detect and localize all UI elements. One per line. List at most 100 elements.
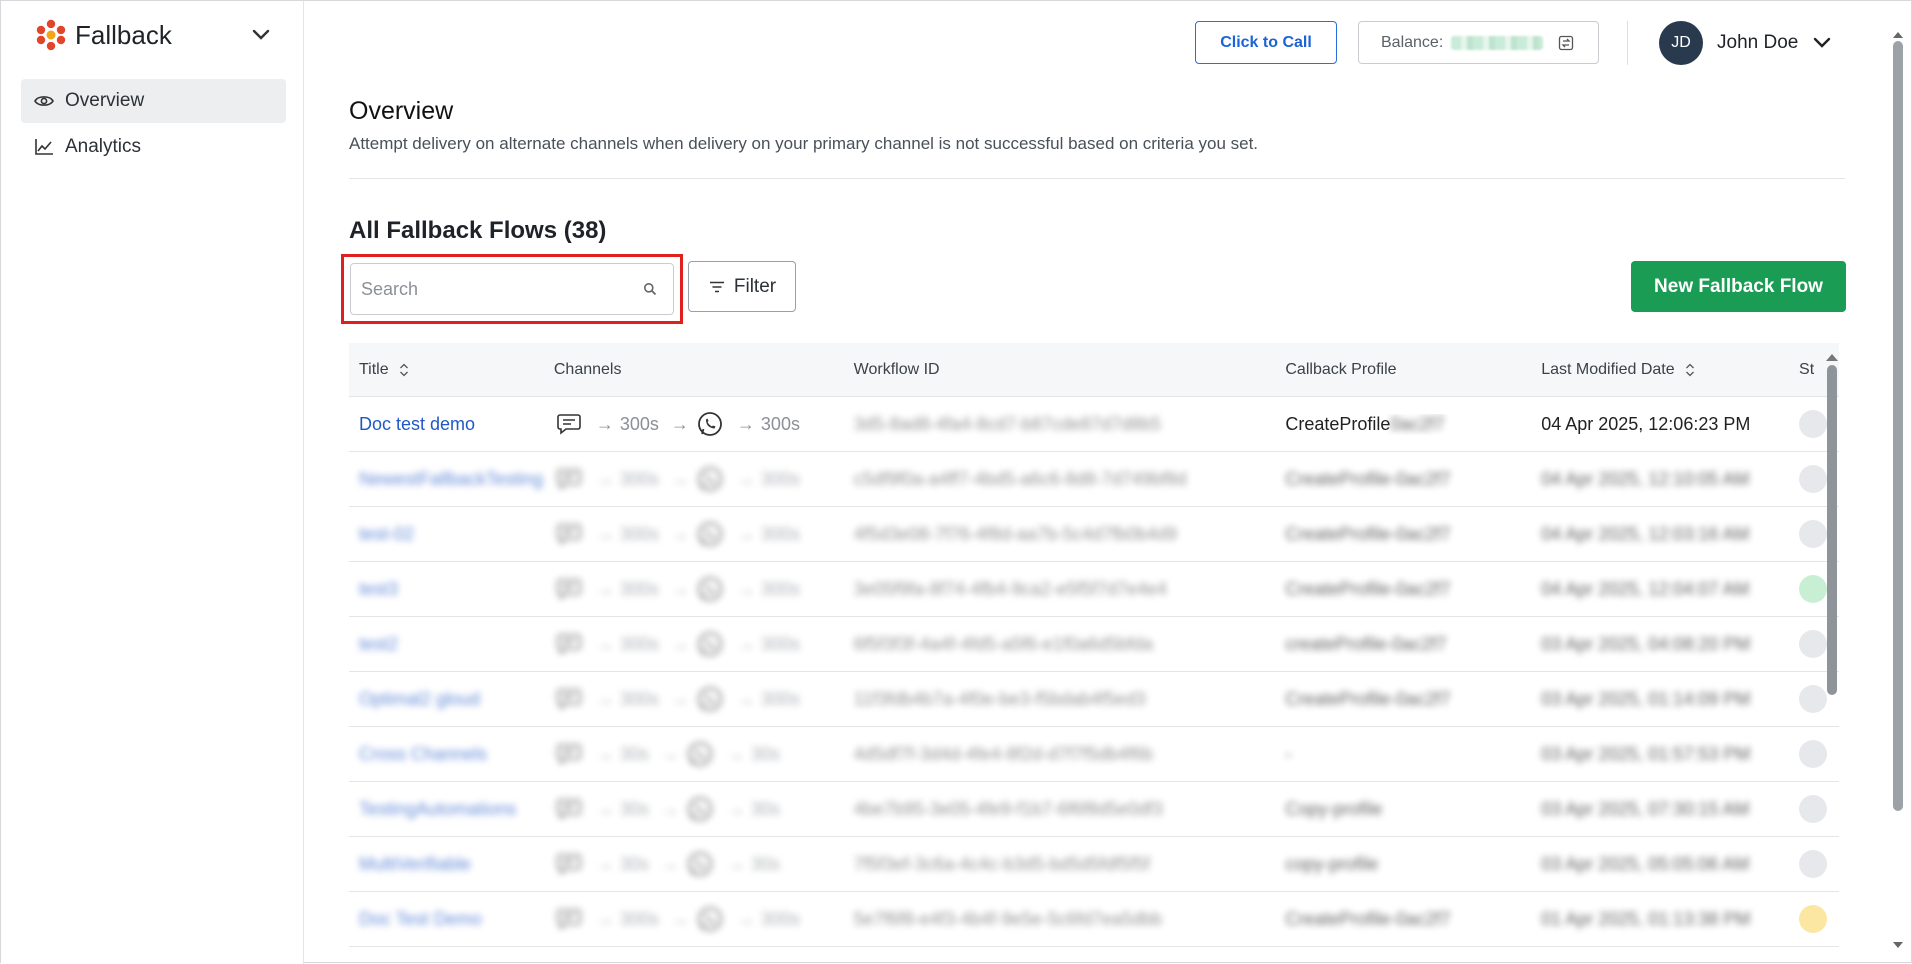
scroll-down-icon[interactable]: [1891, 939, 1905, 951]
chevron-down-icon[interactable]: [249, 23, 273, 47]
sidebar: Fallback Overview Analytics: [1, 1, 304, 964]
flow-title-link[interactable]: test3: [349, 579, 554, 600]
filter-button[interactable]: Filter: [688, 261, 796, 312]
flow-title-link[interactable]: TestingAutomations: [349, 799, 554, 820]
last-modified-date: 04 Apr 2025, 12:03:16 AM: [1541, 523, 1750, 544]
callback-profile: createProfile-0ac2f7: [1285, 633, 1447, 654]
status-badge: [1799, 740, 1828, 768]
whatsapp-icon: [695, 409, 725, 439]
last-modified-date: 03 Apr 2025, 07:30:15 AM: [1541, 798, 1750, 819]
workflow-id: 7f5f3ef-3c6a-4c4c-b3d5-bd5d5fdf5f5f: [853, 853, 1150, 874]
table-row[interactable]: test3 → 300s → → 300s 3e05f9fa-8f74-4fb4-9ca2-…: [349, 562, 1839, 617]
whatsapp-icon: [695, 574, 725, 604]
arrow-icon: →: [726, 743, 745, 764]
message-icon: [554, 849, 584, 879]
table-row[interactable]: MultiVerifiable → 30s → → 30s 7f5f3ef-3c6a-4c4…: [349, 837, 1839, 892]
flow-channels: → 300s → → 300s: [554, 574, 854, 604]
sidebar-nav: Overview Analytics: [21, 79, 286, 171]
scroll-up-icon[interactable]: [1891, 29, 1905, 41]
workflow-id: 3e05f9fa-8f74-4fb4-9ca2-e5f5f7d7e4e4: [853, 578, 1167, 599]
flow-title-link[interactable]: Cross Channels: [349, 744, 554, 765]
whatsapp-icon: [695, 519, 725, 549]
search-icon[interactable]: [641, 280, 659, 298]
arrow-icon: →: [736, 633, 755, 654]
balance-box: Balance:: [1358, 21, 1599, 64]
sort-icon[interactable]: [397, 363, 411, 377]
flow-title-link[interactable]: Doc Test Demo: [349, 909, 554, 930]
sidebar-item-overview[interactable]: Overview: [21, 79, 286, 123]
status-badge: [1799, 630, 1828, 658]
delay-value: 300s: [760, 908, 800, 929]
column-header-channels: Channels: [553, 360, 622, 378]
sidebar-item-analytics[interactable]: Analytics: [21, 125, 286, 169]
search-box[interactable]: [350, 263, 674, 315]
page-title: Overview: [349, 97, 454, 125]
table-body: Doc test demo → 300s → → 300s 3d5-8ad8-4fa4-8c…: [349, 397, 1839, 947]
last-modified-date: 03 Apr 2025, 05:05:06 AM: [1541, 853, 1750, 874]
table-scroll-thumb[interactable]: [1827, 365, 1837, 695]
flow-title-link[interactable]: test2: [349, 634, 554, 655]
status-badge: [1799, 465, 1828, 493]
brand-name: Fallback: [75, 19, 172, 50]
table-row[interactable]: NewestFallbackTesting → 300s → → 300s c5df9f0a…: [349, 452, 1839, 507]
filter-icon: [708, 278, 726, 296]
arrow-icon: →: [736, 578, 755, 599]
table-row[interactable]: Optimal2 gloud → 300s → → 300s 11f3fdb4b7a-4f0…: [349, 672, 1839, 727]
table-row[interactable]: test-02 → 300s → → 300s 4f5d3e08-7f76-4f8d-aa7…: [349, 507, 1839, 562]
message-icon: [554, 519, 584, 549]
workflow-id: c5df9f0a-a4ff7-4bd5-a6c6-8d8-7d749bf8d: [853, 468, 1187, 489]
flow-channels: → 300s → → 300s: [554, 629, 854, 659]
table-row[interactable]: test2 → 300s → → 300s 6f5f3f3f-4a4f-4fd5-a5f6-…: [349, 617, 1839, 672]
column-header-last-modified[interactable]: Last Modified Date: [1541, 361, 1799, 379]
arrow-icon: →: [595, 908, 614, 929]
callback-profile: -: [1285, 743, 1292, 764]
flow-title-link[interactable]: MultiVerifiable: [349, 854, 554, 875]
status-badge: [1799, 575, 1828, 603]
arrow-icon: →: [595, 688, 614, 709]
column-header-title[interactable]: Title: [349, 361, 554, 379]
sort-icon[interactable]: [1683, 363, 1697, 377]
delay-value: 300s: [760, 633, 800, 654]
delay-value: 300s: [619, 633, 659, 654]
flow-title-link[interactable]: test-02: [349, 524, 554, 545]
flows-table: Title Channels Workflow ID Callback Prof…: [349, 343, 1839, 963]
arrow-icon: →: [595, 853, 614, 874]
page-scrollbar[interactable]: [1887, 29, 1907, 959]
workflow-id: 4f5d3e08-7f76-4f8d-aa7b-5c4d7fb0b4d9: [853, 523, 1177, 544]
workflow-id: 11f3fdb4b7a-4f0e-be3-f5bdab4f5ed3: [853, 688, 1146, 709]
flow-channels: → 30s → → 30s: [554, 794, 854, 824]
line-chart-icon: [33, 136, 55, 158]
delay-value: 30s: [750, 798, 780, 819]
click-to-call-button[interactable]: Click to Call: [1195, 21, 1337, 64]
message-icon: [554, 464, 584, 494]
page-scroll-thumb[interactable]: [1893, 41, 1903, 811]
status-badge: [1799, 685, 1828, 713]
search-input[interactable]: [361, 278, 631, 300]
arrow-icon: →: [660, 798, 679, 819]
flow-title-link[interactable]: Doc test demo: [349, 414, 554, 435]
callback-suffix-redacted: 0ac2f7: [1390, 413, 1445, 434]
flow-channels: → 300s → → 300s: [554, 519, 854, 549]
message-icon: [554, 904, 584, 934]
user-menu[interactable]: JD John Doe: [1659, 21, 1834, 65]
scroll-up-icon[interactable]: [1825, 349, 1839, 361]
message-icon: [554, 574, 584, 604]
arrow-icon: →: [595, 523, 614, 544]
status-badge: [1799, 850, 1828, 878]
table-row[interactable]: Doc test demo → 300s → → 300s 3d5-8ad8-4fa4-8c…: [349, 397, 1839, 452]
flow-title-link[interactable]: Optimal2 gloud: [349, 689, 554, 710]
last-modified-date: 04 Apr 2025, 12:06:23 PM: [1541, 413, 1751, 434]
table-row[interactable]: TestingAutomations → 30s → → 30s 4be7b95-3e05-…: [349, 782, 1839, 837]
new-fallback-flow-button[interactable]: New Fallback Flow: [1631, 261, 1846, 312]
callback-profile: CreateProfile-0ac2f7: [1285, 688, 1451, 709]
table-row[interactable]: Doc Test Demo → 300s → → 300s 5e7f6f8-e4f3-4b4…: [349, 892, 1839, 947]
arrow-icon: →: [595, 633, 614, 654]
chevron-down-icon: [1810, 31, 1834, 55]
table-scrollbar[interactable]: [1825, 343, 1839, 963]
delay-value: 30s: [750, 853, 780, 874]
table-row[interactable]: Cross Channels → 30s → → 30s 4d5df7f-3d4d-4fe4…: [349, 727, 1839, 782]
flow-title-link[interactable]: NewestFallbackTesting: [349, 469, 554, 490]
callback-profile: CreateProfile-0ac2f7: [1285, 468, 1451, 489]
refresh-balance-icon[interactable]: [1557, 34, 1575, 52]
flow-channels: → 30s → → 30s: [554, 739, 854, 769]
